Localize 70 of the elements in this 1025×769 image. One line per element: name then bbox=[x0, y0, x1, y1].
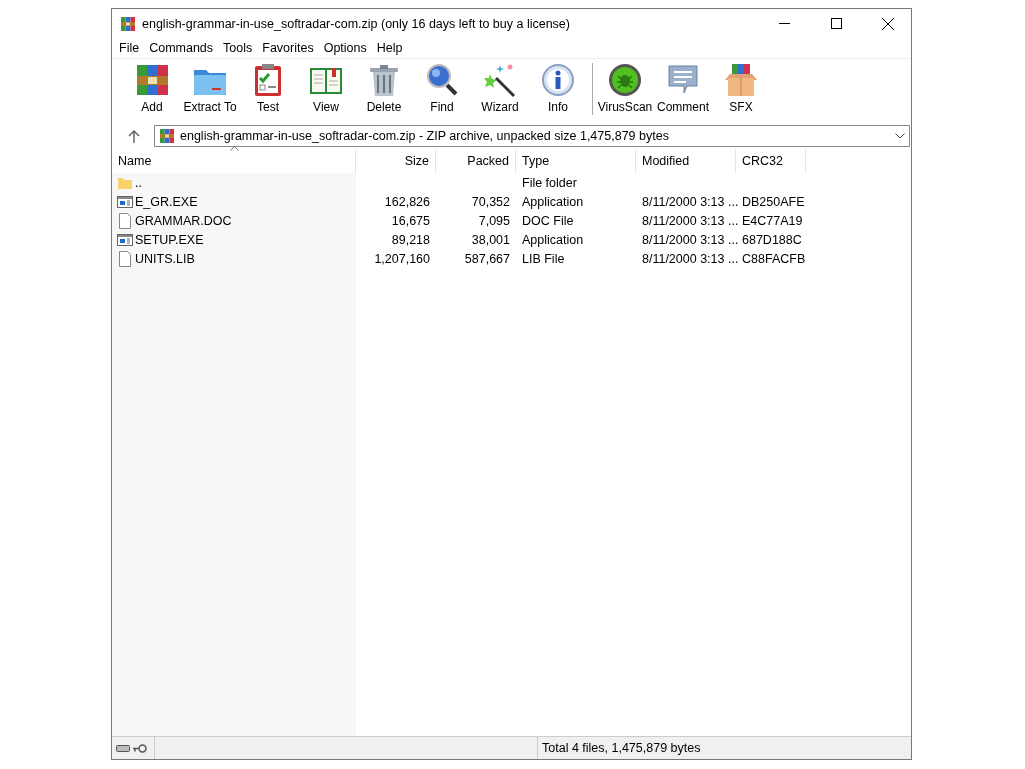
menu-item[interactable]: Commands bbox=[144, 41, 219, 55]
menu-item[interactable]: Tools bbox=[218, 41, 258, 55]
table-cell: 687D188C bbox=[742, 232, 802, 247]
table-cell: LIB File bbox=[522, 251, 565, 266]
toolbar-button[interactable]: View bbox=[298, 59, 354, 114]
dropdown-caret-icon bbox=[895, 133, 905, 139]
archive-icon bbox=[120, 15, 136, 32]
table-cell: File folder bbox=[522, 175, 577, 190]
menu-item[interactable]: Options bbox=[318, 41, 372, 55]
table-cell: 8/11/2000 3:13 ... bbox=[642, 232, 739, 247]
key-icon bbox=[133, 743, 147, 753]
folder-icon bbox=[194, 70, 226, 95]
toolbar-button[interactable]: Extract To bbox=[182, 59, 238, 114]
archive-box-icon bbox=[725, 64, 757, 97]
up-arrow-icon bbox=[128, 129, 140, 143]
archive-icon bbox=[159, 128, 175, 144]
table-cell: 587,667 bbox=[464, 251, 510, 266]
menu-item[interactable]: Favorites bbox=[257, 41, 319, 55]
table-cell: 16,675 bbox=[391, 213, 430, 228]
toolbar-button[interactable]: Delete bbox=[356, 59, 412, 114]
application-icon bbox=[117, 231, 133, 248]
file-name[interactable]: SETUP.EXE bbox=[135, 232, 204, 247]
file-name[interactable]: E_GR.EXE bbox=[135, 194, 198, 209]
table-cell: 89,218 bbox=[391, 232, 430, 247]
bug-scanner-icon bbox=[609, 64, 641, 96]
toolbar-button[interactable]: Wizard bbox=[472, 59, 528, 114]
table-cell: 7,095 bbox=[478, 213, 510, 228]
window-title: english-grammar-in-use_softradar-com.zip (only 16 days left to buy a license) bbox=[142, 16, 571, 31]
table-cell: Application bbox=[522, 194, 584, 209]
file-name[interactable]: UNITS.LIB bbox=[135, 251, 195, 266]
info-icon bbox=[542, 64, 574, 96]
menu-item[interactable]: File bbox=[114, 41, 145, 55]
table-cell: E4C77A19 bbox=[742, 213, 803, 228]
table-cell: 1,207,160 bbox=[374, 251, 430, 266]
magic-wand-icon bbox=[484, 64, 516, 98]
toolbar-button[interactable]: Test bbox=[240, 59, 296, 114]
table-cell: 162,826 bbox=[384, 194, 430, 209]
menu-item[interactable]: Help bbox=[371, 41, 408, 55]
toolbar-button[interactable]: Info bbox=[530, 59, 586, 114]
table-cell: 8/11/2000 3:13 ... bbox=[642, 194, 739, 209]
speech-bubble-icon bbox=[668, 65, 698, 94]
trash-can-icon bbox=[370, 65, 398, 96]
file-name[interactable]: GRAMMAR.DOC bbox=[135, 213, 232, 228]
magnifier-icon bbox=[427, 64, 458, 96]
application-icon bbox=[117, 193, 133, 210]
open-book-icon bbox=[310, 68, 342, 94]
path-field[interactable]: english-grammar-in-use_softradar-com.zip - ZIP archive, unpacked size 1,475,879 bytes bbox=[154, 125, 910, 147]
clipboard-check-icon bbox=[255, 64, 281, 96]
table-cell: DB250AFE bbox=[742, 194, 805, 209]
toolbar-button[interactable]: Comment bbox=[655, 59, 711, 114]
toolbar-button[interactable]: Find bbox=[414, 59, 470, 114]
sort-caret-icon bbox=[230, 146, 239, 151]
toolbar-button[interactable]: Add bbox=[124, 59, 180, 114]
drive-icon bbox=[116, 744, 130, 752]
table-cell: C88FACFB bbox=[742, 251, 806, 266]
table-cell: 8/11/2000 3:13 ... bbox=[642, 251, 739, 266]
document-icon bbox=[117, 250, 133, 267]
table-cell: DOC File bbox=[522, 213, 574, 228]
table-cell: Application bbox=[522, 232, 584, 247]
status-text: Total 4 files, 1,475,879 bytes bbox=[541, 741, 702, 755]
toolbar-button[interactable]: VirusScan bbox=[597, 59, 653, 114]
archive-books-icon bbox=[137, 65, 168, 95]
file-name[interactable]: .. bbox=[135, 175, 142, 190]
document-icon bbox=[117, 212, 133, 229]
maximize-icon bbox=[830, 18, 842, 29]
close-icon bbox=[882, 17, 894, 30]
toolbar-button[interactable]: SFX bbox=[713, 59, 769, 114]
table-cell: 70,352 bbox=[471, 194, 510, 209]
table-cell: 8/11/2000 3:13 ... bbox=[642, 213, 739, 228]
table-cell: 38,001 bbox=[471, 232, 510, 247]
